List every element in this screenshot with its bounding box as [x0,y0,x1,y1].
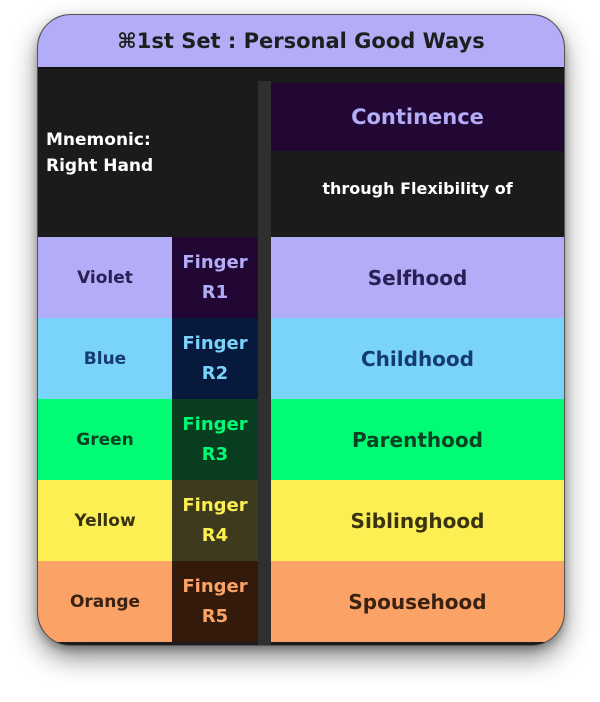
finger-cell: Finger R3 [172,399,258,480]
color-label: Blue [38,318,172,399]
header-continence: Continence [271,83,564,151]
row-violet: Violet Finger R1 Selfhood [38,237,564,318]
mnemonic-line-1: Mnemonic: [46,130,151,150]
finger-id: R4 [201,524,229,546]
value-label: Parenthood [271,399,564,480]
row-blue: Blue Finger R2 Childhood [38,318,564,399]
finger-word: Finger [182,332,248,354]
mnemonic-card: ⌘1st Set : Personal Good Ways Mnemonic: … [37,14,565,646]
finger-id: R5 [201,605,229,627]
row-orange: Orange Finger R5 Spousehood [38,561,564,642]
finger-cell: Finger R4 [172,480,258,561]
finger-id: R1 [201,281,229,303]
finger-word: Finger [182,251,248,273]
row-yellow: Yellow Finger R4 Siblinghood [38,480,564,561]
finger-cell: Finger R2 [172,318,258,399]
finger-word: Finger [182,575,248,597]
mnemonic-label: Mnemonic: Right Hand [38,83,258,223]
finger-word: Finger [182,494,248,516]
value-label: Selfhood [271,237,564,318]
color-label: Green [38,399,172,480]
card-title: ⌘1st Set : Personal Good Ways [38,15,564,69]
value-label: Spousehood [271,561,564,642]
header-through: through Flexibility of [271,153,564,223]
finger-cell: Finger R1 [172,237,258,318]
finger-id: R3 [201,443,229,465]
value-label: Siblinghood [271,480,564,561]
finger-cell: Finger R5 [172,561,258,642]
color-label: Violet [38,237,172,318]
value-label: Childhood [271,318,564,399]
mnemonic-line-2: Right Hand [46,156,154,176]
row-green: Green Finger R3 Parenthood [38,399,564,480]
color-label: Orange [38,561,172,642]
color-label: Yellow [38,480,172,561]
finger-id: R2 [201,362,229,384]
finger-word: Finger [182,413,248,435]
